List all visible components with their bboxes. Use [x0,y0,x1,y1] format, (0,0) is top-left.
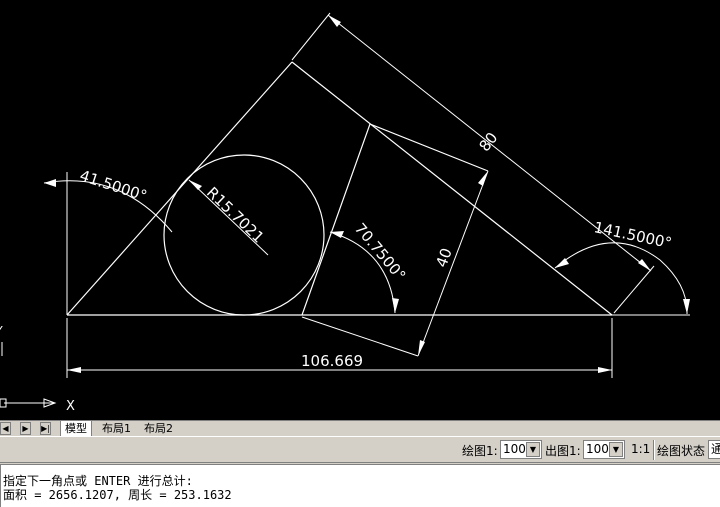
angle-mid-arrow-b [392,298,399,313]
angle-right-text[interactable]: 141.5000° [592,218,673,252]
dim-40-arrow-top [478,171,488,186]
inner-slant-line[interactable] [301,123,371,316]
dim-106-arrow-right [598,367,612,373]
output-scale-label: 出图1: [545,444,581,458]
plot-scale-label: 绘图1: [462,444,498,458]
angle-right-arrow-b [683,299,690,314]
ucs-y-label: Y [0,324,3,337]
dim-106-arrow-left [67,367,81,373]
command-output-line: 面积 = 2656.1207, 周长 = 253.1632 [3,488,232,502]
dim-80-ext-bottom [613,265,655,314]
angle-mid-arrow-a [330,231,344,238]
plot-scale-select[interactable]: 100 ▼ [500,440,542,459]
drawing-svg: 106.669 80 40 R15.7021 41.5000° 70.7500°… [0,12,690,414]
dim-80-arrow-bottom [638,259,651,271]
scale-ratio[interactable]: 1:1 [631,442,650,456]
angle-mid-text[interactable]: 70.7500° [351,220,409,285]
angle-left-arrow [44,179,56,187]
drawing-canvas[interactable]: 106.669 80 40 R15.7021 41.5000° 70.7500°… [0,0,720,420]
plot-scale-value: 100 [503,442,526,456]
drawing-state-value: 通 [711,442,720,456]
tab-model[interactable]: 模型 [60,421,92,437]
dim-hyp-text[interactable]: 80 [476,129,502,155]
angle-left-text[interactable]: 41.5000° [78,166,150,205]
arrow-left-icon: ◀ [2,424,9,433]
tab-nav-last-button[interactable]: ▶| [40,422,51,435]
tab-layout1[interactable]: 布局1 [98,421,135,436]
status-separator [653,440,655,460]
command-window[interactable]: 指定下一角点或 ENTER 进行总计: 面积 = 2656.1207, 周长 =… [0,464,720,507]
arrow-right-icon: ▶ [22,424,29,433]
status-bar: 绘图1: 100 ▼ 出图1: 100 ▼ 1:1 绘图状态 通 [0,436,720,463]
arrow-last-icon: ▶| [41,424,50,433]
output-scale-value: 100 [586,442,609,456]
chevron-down-icon[interactable]: ▼ [526,442,540,457]
chevron-down-icon[interactable]: ▼ [609,442,623,457]
dim-80-ext-top [291,12,331,61]
ucs-x-label: X [66,399,75,414]
output-scale-select[interactable]: 100 ▼ [583,440,625,459]
dim-80-arrow-top [328,15,341,27]
triangle-right-edge[interactable] [291,61,613,316]
inner-top-line[interactable] [369,123,489,172]
tab-nav-first-button[interactable]: ◀ [0,422,11,435]
dim-40-arrow-bottom [418,340,425,356]
radius-text[interactable]: R15.7021 [203,183,268,246]
dim-40-line [417,170,489,357]
radius-arrow [189,180,202,190]
drawing-state-label: 绘图状态 [657,444,706,458]
dim-40-ext [301,316,419,357]
dim-bottom-text[interactable]: 106.669 [301,352,363,370]
layout-tab-bar: ◀ ▶ ▶| 模型 布局1 布局2 [0,420,720,437]
drawing-state-select[interactable]: 通 [708,440,720,459]
tab-nav-next-button[interactable]: ▶ [20,422,31,435]
tab-layout2[interactable]: 布局2 [140,421,177,436]
angle-arc-right [554,242,688,315]
